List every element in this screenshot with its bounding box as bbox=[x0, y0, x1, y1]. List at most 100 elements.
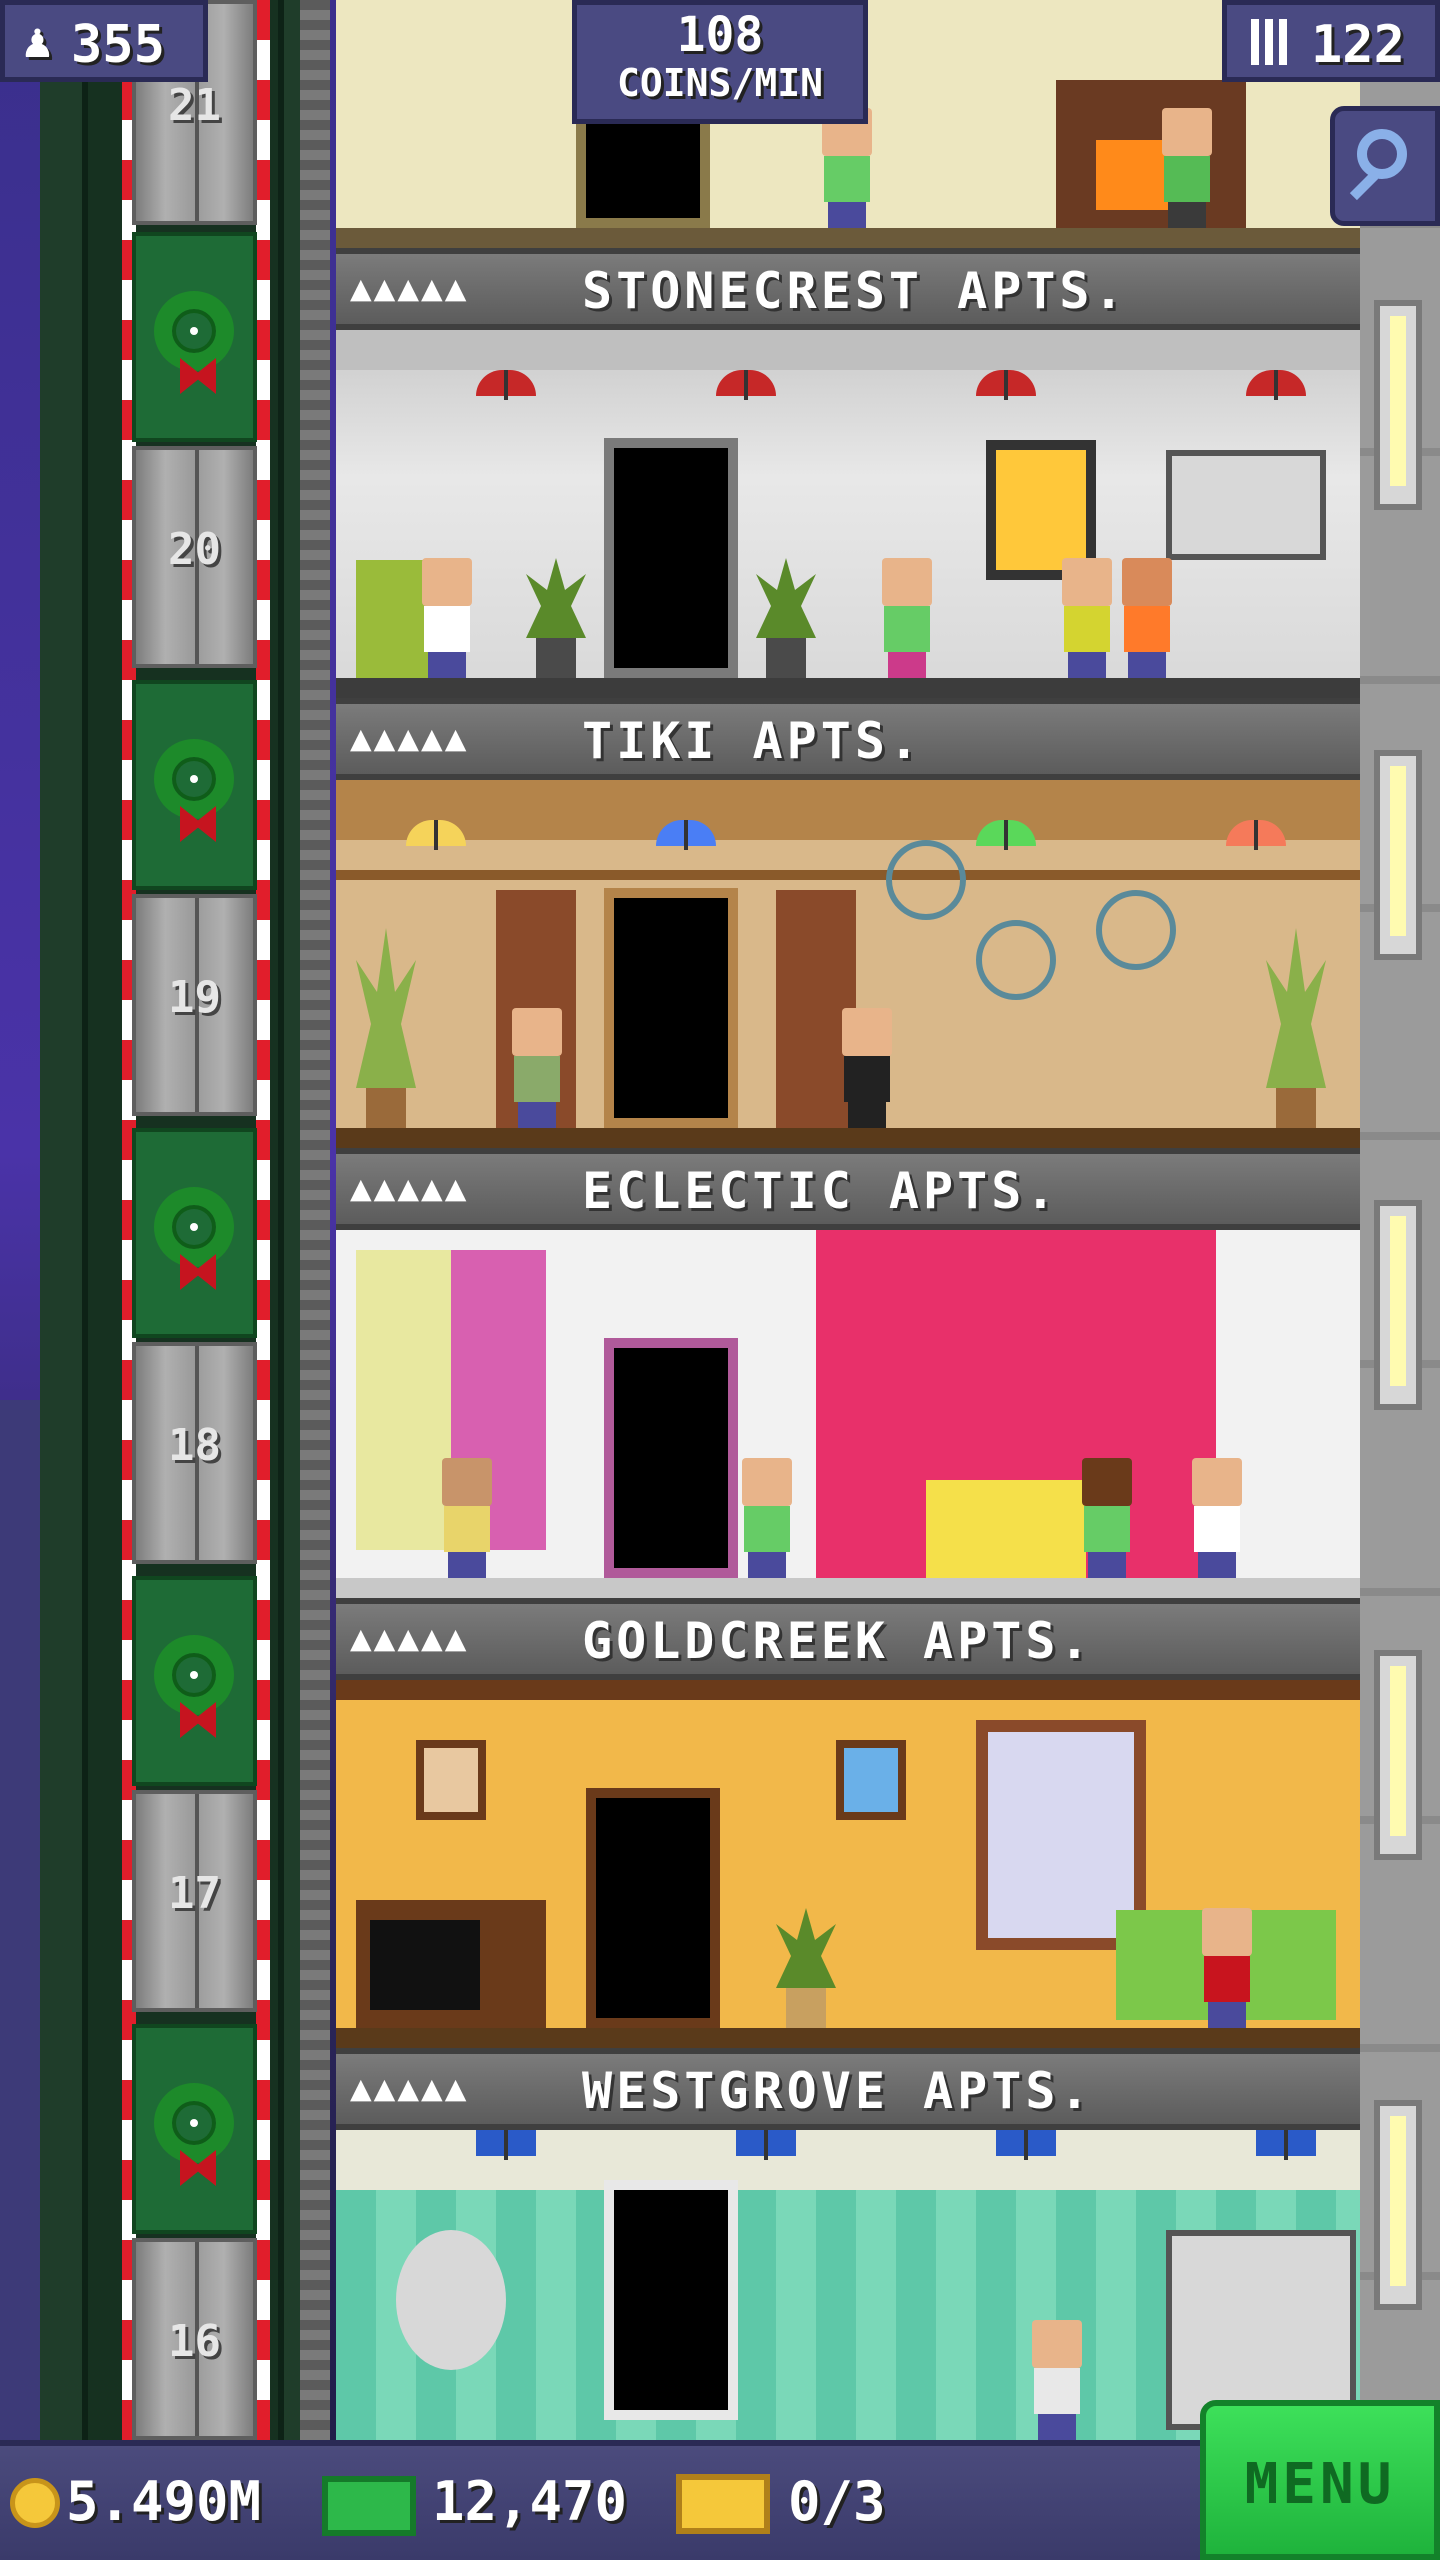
floor-count-value: 122 bbox=[1311, 15, 1405, 75]
bird-cage bbox=[1096, 890, 1176, 970]
resident[interactable] bbox=[416, 558, 478, 678]
floor-name: STONECREST APTS. bbox=[582, 262, 1128, 320]
floor-stars: ▲▲▲▲▲ bbox=[350, 1168, 469, 1209]
background-building bbox=[0, 1400, 40, 2440]
sofa bbox=[926, 1480, 1086, 1580]
floor-count-display[interactable]: 122 bbox=[1222, 0, 1440, 82]
elevator-door-18[interactable]: 18 bbox=[132, 1342, 257, 1564]
population-value: 355 bbox=[71, 15, 165, 75]
potted-plant bbox=[526, 558, 586, 678]
resident[interactable] bbox=[836, 1008, 898, 1128]
floor-stars: ▲▲▲▲▲ bbox=[350, 2068, 469, 2109]
floor-number: 18 bbox=[168, 1420, 221, 1471]
room-door[interactable] bbox=[604, 2180, 738, 2420]
elevator-door-19[interactable]: 19 bbox=[132, 894, 257, 1116]
wreath-icon bbox=[154, 2083, 234, 2163]
floor-stars: ▲▲▲▲▲ bbox=[350, 268, 469, 309]
room-door[interactable] bbox=[586, 1788, 720, 2028]
resident[interactable] bbox=[1186, 1458, 1248, 1578]
floor-18-room[interactable] bbox=[336, 1230, 1360, 1598]
bird-cage bbox=[886, 840, 966, 920]
retro-tv bbox=[356, 1900, 546, 2030]
menu-label: MENU bbox=[1244, 2452, 1396, 2517]
resident[interactable] bbox=[1196, 1908, 1258, 2028]
person-icon: ♟ bbox=[23, 13, 52, 69]
ceiling-lamp bbox=[1256, 2130, 1316, 2160]
elevator-door-16[interactable]: 16 bbox=[132, 2238, 257, 2440]
floor-name: TIKI APTS. bbox=[582, 712, 924, 770]
floor-number: 16 bbox=[168, 2316, 221, 2367]
wreath-icon bbox=[154, 1187, 234, 1267]
coins-value: 5.490M bbox=[66, 2470, 262, 2533]
floor-16-room[interactable] bbox=[336, 2130, 1360, 2440]
menu-button[interactable]: MENU bbox=[1200, 2400, 1440, 2560]
wreath-icon bbox=[154, 291, 234, 371]
bux-value: 12,470 bbox=[432, 2470, 628, 2533]
building-icon bbox=[1251, 19, 1291, 65]
floor-banner-goldcreek[interactable]: ▲▲▲▲▲ GOLDCREEK APTS. bbox=[336, 1598, 1360, 1680]
room-door[interactable] bbox=[604, 438, 738, 678]
floor-19-room[interactable] bbox=[336, 780, 1360, 1148]
wreath-panel bbox=[132, 1576, 257, 1786]
ceiling-lamp bbox=[476, 370, 536, 400]
coins-rate-unit: COINS/MIN bbox=[617, 61, 823, 105]
resident[interactable] bbox=[436, 1458, 498, 1578]
elevator-door-20[interactable]: 20 bbox=[132, 446, 257, 668]
resident[interactable] bbox=[736, 1458, 798, 1578]
floor-banner-westgrove[interactable]: ▲▲▲▲▲ WESTGROVE APTS. bbox=[336, 2048, 1360, 2130]
bamboo-plant bbox=[1266, 928, 1326, 1128]
exterior-window bbox=[1374, 2100, 1422, 2310]
ceiling-lamp bbox=[996, 2130, 1056, 2160]
floor-name: GOLDCREEK APTS. bbox=[582, 1612, 1094, 1670]
wreath-panel bbox=[132, 2024, 257, 2234]
kitchen-cabinet bbox=[1166, 450, 1326, 560]
coins-rate-display: 108 COINS/MIN bbox=[572, 0, 868, 124]
exterior-window bbox=[1374, 1200, 1422, 1410]
floor-stars: ▲▲▲▲▲ bbox=[350, 718, 469, 759]
room-door[interactable] bbox=[604, 1338, 738, 1578]
floor-banner-tiki[interactable]: ▲▲▲▲▲ TIKI APTS. bbox=[336, 698, 1360, 780]
resident[interactable] bbox=[1026, 2320, 1088, 2440]
floor-number: 17 bbox=[168, 1868, 221, 1919]
elevator-door-17[interactable]: 17 bbox=[132, 1790, 257, 2012]
population-display[interactable]: ♟ 355 bbox=[0, 0, 208, 82]
floor-17-room[interactable] bbox=[336, 1680, 1360, 2048]
ceiling-lamp bbox=[736, 2130, 796, 2160]
resident[interactable] bbox=[1116, 558, 1178, 678]
resident[interactable] bbox=[1076, 1458, 1138, 1578]
ceiling-lamp bbox=[1246, 370, 1306, 400]
bux-icon bbox=[322, 2476, 416, 2536]
coin-icon bbox=[10, 2478, 60, 2528]
resident[interactable] bbox=[1156, 108, 1218, 228]
wreath-panel bbox=[132, 1128, 257, 1338]
wreath-panel bbox=[132, 232, 257, 442]
floor-stars: ▲▲▲▲▲ bbox=[350, 1618, 469, 1659]
potted-plant bbox=[756, 558, 816, 678]
exterior-window bbox=[1374, 750, 1422, 960]
exterior-window bbox=[1374, 1650, 1422, 1860]
coins-rate-value: 108 bbox=[676, 7, 764, 63]
magnifier-icon bbox=[1357, 129, 1407, 179]
ceiling-lamp bbox=[476, 2130, 536, 2160]
floor-banner-stonecrest[interactable]: ▲▲▲▲▲ STONECREST APTS. bbox=[336, 248, 1360, 330]
vip-value: 0/3 bbox=[788, 2470, 886, 2533]
floor-banner-eclectic[interactable]: ▲▲▲▲▲ ECLECTIC APTS. bbox=[336, 1148, 1360, 1230]
wreath-icon bbox=[154, 1635, 234, 1715]
bird-cage bbox=[976, 920, 1056, 1000]
floor-20-room[interactable] bbox=[336, 330, 1360, 698]
room-door[interactable] bbox=[604, 888, 738, 1128]
portrait-frame bbox=[416, 1740, 486, 1820]
resident[interactable] bbox=[1056, 558, 1118, 678]
candy-cane-rail-right bbox=[256, 0, 270, 2440]
ceiling-lamp bbox=[716, 370, 776, 400]
floor-number: 20 bbox=[168, 524, 221, 575]
potted-plant bbox=[776, 1908, 836, 2028]
wreath-panel bbox=[132, 680, 257, 890]
resident[interactable] bbox=[876, 558, 938, 678]
floor-name: WESTGROVE APTS. bbox=[582, 2062, 1094, 2120]
resident[interactable] bbox=[816, 108, 878, 228]
exterior-window bbox=[1374, 300, 1422, 510]
resident[interactable] bbox=[506, 1008, 568, 1128]
ceiling-lamp bbox=[976, 370, 1036, 400]
zoom-button[interactable] bbox=[1330, 106, 1440, 226]
